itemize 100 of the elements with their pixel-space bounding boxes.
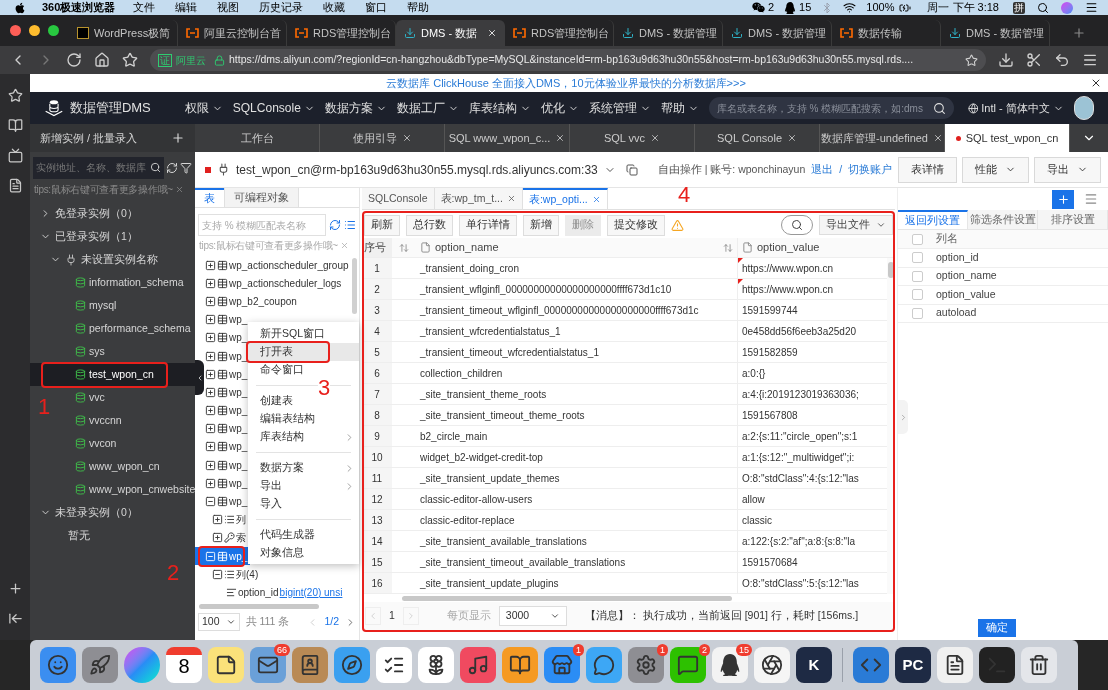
undo-icon[interactable] — [1054, 52, 1070, 68]
bookmark-star-icon[interactable] — [122, 52, 138, 68]
connection-name[interactable]: test_wpon_cn@rm-bp163u9d63hu30n55.mysql.rds.aliyuncs.com:33 — [236, 160, 598, 179]
screen-icon[interactable] — [7, 148, 23, 163]
minimize-window-button[interactable] — [29, 25, 40, 36]
zoom-window-button[interactable] — [48, 25, 59, 36]
expand-box-icon[interactable] — [205, 277, 216, 289]
instance-search-field[interactable]: 实例地址、名称、数据库 — [33, 156, 164, 179]
table-tree-item[interactable]: option_idbigint(20) unsi — [195, 583, 346, 602]
checkbox[interactable] — [911, 289, 923, 301]
collapse-icon[interactable] — [7, 611, 23, 626]
header-button[interactable]: 表详情 — [898, 156, 958, 183]
table-tree-item[interactable]: wp_ — [195, 419, 251, 438]
close-icon[interactable] — [787, 133, 797, 143]
database-item[interactable]: www_wpon_cnwebsite — [75, 478, 196, 501]
result-tab[interactable]: 表:wp_opti... — [522, 188, 608, 209]
per-page-select[interactable]: 3000 — [498, 606, 567, 626]
star-icon[interactable] — [7, 88, 23, 103]
document-icon[interactable] — [7, 178, 23, 193]
table-tree-item[interactable]: wp_actionscheduler_logs — [195, 274, 345, 293]
table-tree-item[interactable]: 列 — [195, 510, 249, 529]
browser-tab[interactable]: DMS - 数据 — [396, 20, 505, 46]
table-tree-item[interactable]: wp_b2_coupon — [195, 292, 300, 311]
app-tile[interactable] — [502, 647, 538, 683]
table-tree-item[interactable]: wp_ — [195, 456, 251, 475]
wifi-icon[interactable] — [843, 1, 857, 14]
checkbox[interactable] — [911, 233, 923, 245]
menu-icon[interactable] — [1082, 52, 1098, 68]
search-icon[interactable] — [150, 162, 161, 173]
search-icon[interactable] — [1037, 1, 1049, 14]
table-search-field[interactable]: 支持 % 模糊匹配表名称 — [198, 214, 326, 236]
logout-link[interactable]: 退出 — [811, 161, 834, 178]
menu-item[interactable]: 命令窗口 — [248, 361, 359, 379]
toolbar-button[interactable]: 新增 — [523, 214, 559, 236]
app-tile[interactable] — [418, 647, 454, 683]
scrollbar-thumb[interactable] — [888, 262, 894, 278]
table-tree-item[interactable]: wp_ — [195, 474, 251, 493]
expand-box-icon[interactable] — [205, 386, 216, 398]
table-tree-item[interactable]: wp_ — [195, 437, 251, 457]
result-tab[interactable]: 表:wp_tm_t... — [434, 188, 523, 209]
nav-menu[interactable]: 数据方案 — [324, 99, 387, 117]
expand-box-icon[interactable] — [205, 295, 216, 307]
address-field[interactable]: 证 阿里云 https://dms.aliyun.com/?regionId=cn-hangzhou&dbType=MySQL&instanceId=rm-bp163u9d63hu30n55&host=rm-bp163u9d63hu30n55.mysql.rds.... — [150, 49, 986, 71]
table-tree-item[interactable]: wp_ — [195, 310, 251, 329]
menu-item[interactable]: 导出 — [248, 477, 359, 495]
app-tile[interactable] — [208, 647, 244, 683]
close-icon[interactable] — [933, 133, 943, 143]
add-instance-link[interactable]: 新增实例 / 批量录入 — [40, 129, 138, 147]
tree-node[interactable]: 免登录实例（0） — [30, 202, 195, 225]
app-tile[interactable] — [586, 647, 622, 683]
expand-box-icon[interactable] — [205, 314, 216, 326]
chat-bubbles-icon[interactable] — [751, 1, 765, 14]
app-menu[interactable]: 360极速浏览器 — [42, 0, 116, 16]
refresh-icon[interactable] — [166, 161, 178, 174]
siri-icon[interactable] — [1061, 1, 1073, 14]
panel-tab[interactable]: 可编程对象 — [224, 188, 299, 207]
add-button[interactable] — [1052, 189, 1074, 209]
expand-box-icon[interactable] — [205, 350, 216, 362]
app-tile[interactable] — [1021, 647, 1057, 683]
close-icon[interactable] — [650, 133, 661, 143]
settings-tab[interactable]: 返回列设置 — [898, 210, 968, 229]
plus-icon[interactable] — [171, 131, 185, 145]
nav-menu[interactable]: SQLConsole — [232, 99, 315, 117]
menu-item[interactable]: 编辑表结构 — [248, 410, 359, 428]
checkbox[interactable] — [911, 270, 923, 282]
database-item[interactable]: mysql — [75, 294, 117, 317]
workspace-tab[interactable]: SQL test_wpon_cn — [945, 124, 1070, 152]
scissors-icon[interactable] — [1026, 52, 1042, 68]
nav-menu[interactable]: 数据工厂 — [396, 99, 459, 117]
table-tree-item[interactable]: wp_actionscheduler_group — [195, 256, 352, 275]
export-file-dropdown[interactable]: 导出文件 — [819, 215, 893, 235]
database-item[interactable]: vvcon — [75, 432, 117, 455]
calendar-icon[interactable]: 8 — [166, 647, 202, 683]
nav-menu[interactable]: 权限 — [184, 99, 223, 117]
menu-item[interactable]: 编辑 — [175, 0, 198, 16]
letter-app-icon[interactable]: PC — [895, 647, 931, 683]
scrollbar-thumb[interactable] — [402, 595, 732, 601]
settings-tab[interactable]: 排序设置 — [1038, 210, 1108, 229]
menu-item[interactable]: 数据方案 — [248, 459, 359, 477]
database-item[interactable]: vvccnn — [75, 409, 122, 432]
collapse-box-icon[interactable] — [205, 496, 216, 508]
settings-tab[interactable]: 筛选条件设置 — [968, 210, 1038, 229]
menu-item[interactable]: 收藏 — [323, 0, 346, 16]
app-tile[interactable] — [754, 647, 790, 683]
header-button[interactable]: 性能 — [962, 156, 1030, 183]
expand-handle[interactable] — [898, 400, 908, 434]
search-icon[interactable] — [932, 101, 946, 115]
apple-icon[interactable] — [14, 1, 26, 14]
panel-tab[interactable]: 表 — [195, 188, 224, 207]
database-item[interactable]: test_wpon_cn — [30, 363, 195, 386]
close-icon[interactable] — [401, 133, 412, 143]
database-item[interactable]: sys — [75, 340, 105, 363]
table-tree-item[interactable]: 列(4) — [195, 565, 262, 584]
tree-node[interactable]: 未设置实例名称 — [30, 248, 195, 271]
collapse-box-icon[interactable] — [212, 568, 223, 580]
tree-node[interactable]: 已登录实例（1） — [30, 225, 195, 248]
toolbar-button[interactable]: 提交修改 — [607, 214, 665, 236]
confirm-button[interactable]: 确定 — [978, 619, 1016, 637]
global-search-field[interactable]: 库名或表名称，支持 % 模糊匹配搜索，如:dms — [708, 97, 954, 119]
app-tile[interactable] — [292, 647, 328, 683]
